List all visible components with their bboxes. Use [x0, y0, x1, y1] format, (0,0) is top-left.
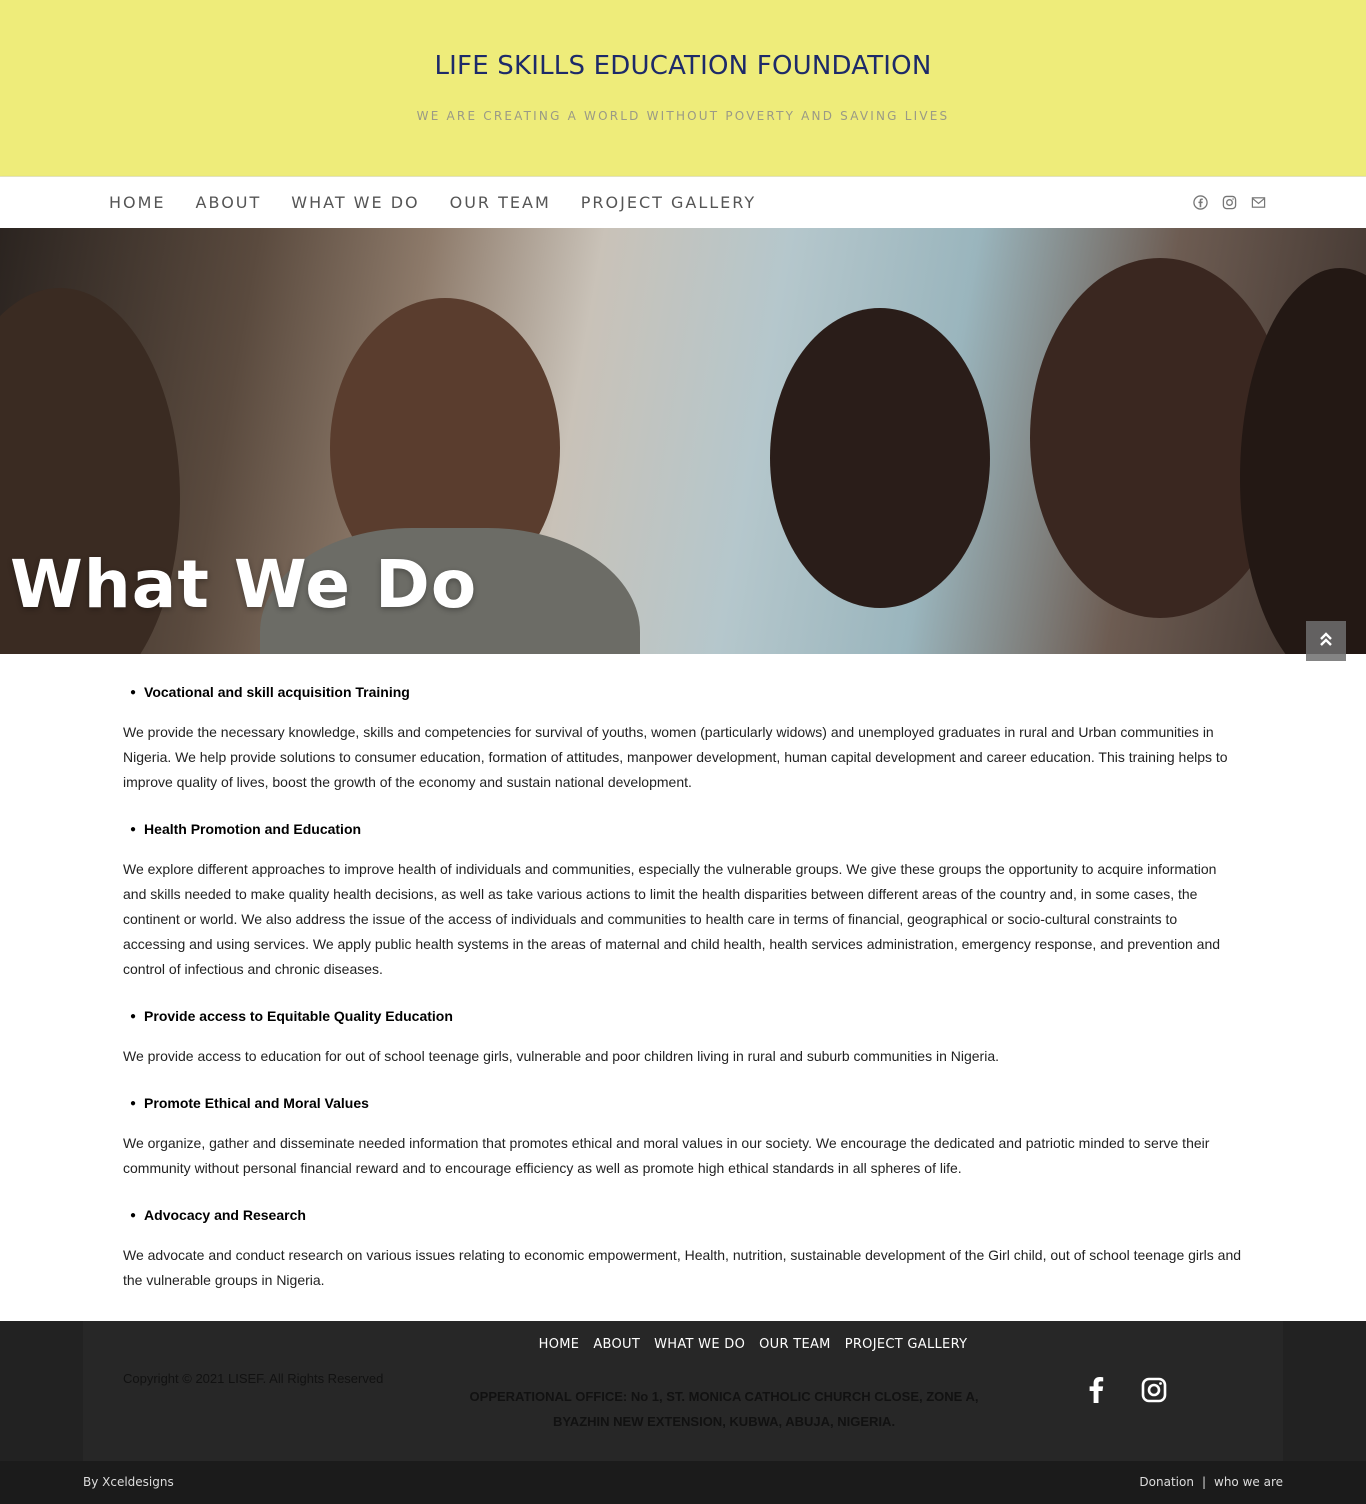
section-text: We advocate and conduct research on vari… — [123, 1247, 1242, 1288]
instagram-icon[interactable] — [1222, 195, 1237, 210]
section-text: We provide access to education for out o… — [123, 1048, 1000, 1064]
site-header: LIFE SKILLS EDUCATION FOUNDATION WE ARE … — [0, 0, 1366, 176]
facebook-icon[interactable] — [1085, 1376, 1109, 1409]
donation-link[interactable]: Donation — [1139, 1475, 1194, 1489]
bottom-links: Donation | who we are — [1139, 1475, 1283, 1489]
link-separator: | — [1201, 1475, 1206, 1489]
office-address-line1: OPPERATIONAL OFFICE: No 1, ST. MONICA CA… — [469, 1389, 979, 1404]
footer-social-links — [1085, 1376, 1167, 1409]
nav-item-project-gallery[interactable]: PROJECT GALLERY — [581, 193, 756, 212]
nav-item-home[interactable]: HOME — [109, 193, 166, 212]
section-text: We organize, gather and disseminate need… — [123, 1135, 1210, 1176]
nav-item-what-we-do[interactable]: WHAT WE DO — [291, 193, 419, 212]
instagram-icon[interactable] — [1141, 1376, 1167, 1409]
section-heading: ● Vocational and skill acquisition Traini… — [123, 680, 1243, 704]
main-menu: HOME ABOUT WHAT WE DO OUR TEAM PROJECT G… — [109, 193, 756, 212]
bullet-icon: ● — [130, 686, 137, 698]
designer-credit[interactable]: By Xceldesigns — [83, 1475, 174, 1489]
site-tagline: WE ARE CREATING A WORLD WITHOUT POVERTY … — [416, 109, 950, 123]
mail-icon[interactable] — [1251, 195, 1266, 210]
footer-item-project-gallery[interactable]: PROJECT GALLERY — [845, 1337, 968, 1352]
section-heading-text: Promote Ethical and Moral Values — [144, 1095, 369, 1111]
footer-item-our-team[interactable]: OUR TEAM — [759, 1337, 831, 1352]
hero-photo-person-right1 — [770, 308, 990, 608]
facebook-icon[interactable] — [1193, 195, 1208, 210]
bullet-icon: ● — [130, 1097, 137, 1109]
bottom-bar: By Xceldesigns Donation | who we are — [0, 1461, 1366, 1504]
site-title[interactable]: LIFE SKILLS EDUCATION FOUNDATION — [0, 51, 1366, 81]
section-heading-text: Health Promotion and Education — [144, 821, 362, 837]
office-address: OPPERATIONAL OFFICE: No 1, ST. MONICA CA… — [454, 1384, 994, 1434]
section-heading: ● Health Promotion and Education — [123, 817, 1243, 841]
header-social-links — [1193, 195, 1266, 210]
footer-item-what-we-do[interactable]: WHAT WE DO — [654, 1337, 745, 1352]
footer-item-home[interactable]: HOME — [399, 1337, 580, 1352]
bullet-icon: ● — [130, 1010, 137, 1022]
page-title: What We Do — [10, 546, 478, 623]
hero-banner: What We Do — [0, 228, 1366, 654]
main-navbar: HOME ABOUT WHAT WE DO OUR TEAM PROJECT G… — [0, 176, 1366, 228]
footer-item-about[interactable]: ABOUT — [593, 1337, 640, 1352]
section-heading: ● Provide access to Equitable Quality Edu… — [123, 1004, 1243, 1028]
nav-item-about[interactable]: ABOUT — [196, 193, 262, 212]
bullet-icon: ● — [130, 1209, 137, 1221]
section-heading: ● Advocacy and Research — [123, 1203, 1243, 1227]
main-content: ● Vocational and skill acquisition Traini… — [123, 680, 1243, 1315]
double-chevron-up-icon — [1319, 631, 1333, 652]
section-heading-text: Vocational and skill acquisition Trainin… — [144, 684, 410, 700]
section-heading-text: Provide access to Equitable Quality Educ… — [144, 1008, 453, 1024]
section-heading-text: Advocacy and Research — [144, 1207, 306, 1223]
copyright-text: Copyright © 2021 LISEF. All Rights Reser… — [123, 1371, 384, 1386]
office-address-line2: BYAZHIN NEW EXTENSION, KUBWA, ABUJA, NIG… — [552, 1414, 896, 1429]
who-we-are-link[interactable]: who we are — [1214, 1475, 1283, 1489]
section-text: We explore different approaches to impro… — [123, 861, 1221, 977]
section-heading: ● Promote Ethical and Moral Values — [123, 1091, 1243, 1115]
scroll-to-top-button[interactable] — [1306, 621, 1346, 661]
footer-menu: HOME ABOUT WHAT WE DO OUR TEAM PROJECT G… — [0, 1337, 1366, 1352]
bullet-icon: ● — [130, 823, 137, 835]
nav-item-our-team[interactable]: OUR TEAM — [450, 193, 551, 212]
section-text: We provide the necessary knowledge, skil… — [123, 724, 1228, 790]
